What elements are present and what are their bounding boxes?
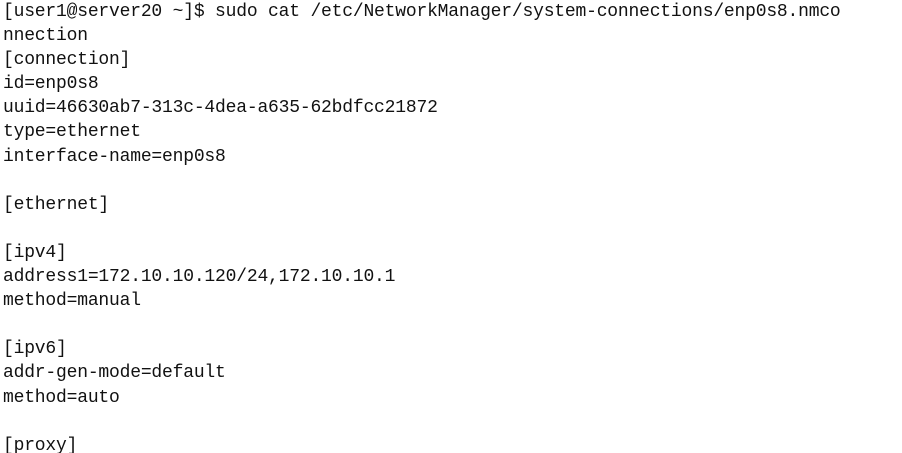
section-header-ipv4: [ipv4] xyxy=(3,242,67,263)
output-line-addr-gen-mode: addr-gen-mode=default xyxy=(3,363,226,384)
output-line-type: type=ethernet xyxy=(3,122,141,143)
output-line-method-ipv4: method=manual xyxy=(3,291,141,312)
section-header-ipv6: [ipv6] xyxy=(3,339,67,360)
command-line: [user1@server20 ~]$ sudo cat /etc/Networ… xyxy=(3,2,841,22)
output-line-wrapped: nnection xyxy=(3,26,88,47)
output-line-address1: address1=172.10.10.120/24,172.10.10.1 xyxy=(3,267,396,288)
section-header-proxy: [proxy] xyxy=(3,435,78,453)
output-line-id: id=enp0s8 xyxy=(3,74,99,95)
output-line-uuid: uuid=46630ab7-313c-4dea-a635-62bdfcc2187… xyxy=(3,98,438,119)
section-header-connection: [connection] xyxy=(3,50,131,71)
section-header-ethernet: [ethernet] xyxy=(3,194,110,215)
output-line-method-ipv6: method=auto xyxy=(3,387,120,408)
output-line-interface-name: interface-name=enp0s8 xyxy=(3,146,226,167)
terminal-window[interactable]: [user1@server20 ~]$ sudo cat /etc/Networ… xyxy=(0,0,902,453)
terminal-output: [user1@server20 ~]$ sudo cat /etc/Networ… xyxy=(3,0,841,453)
